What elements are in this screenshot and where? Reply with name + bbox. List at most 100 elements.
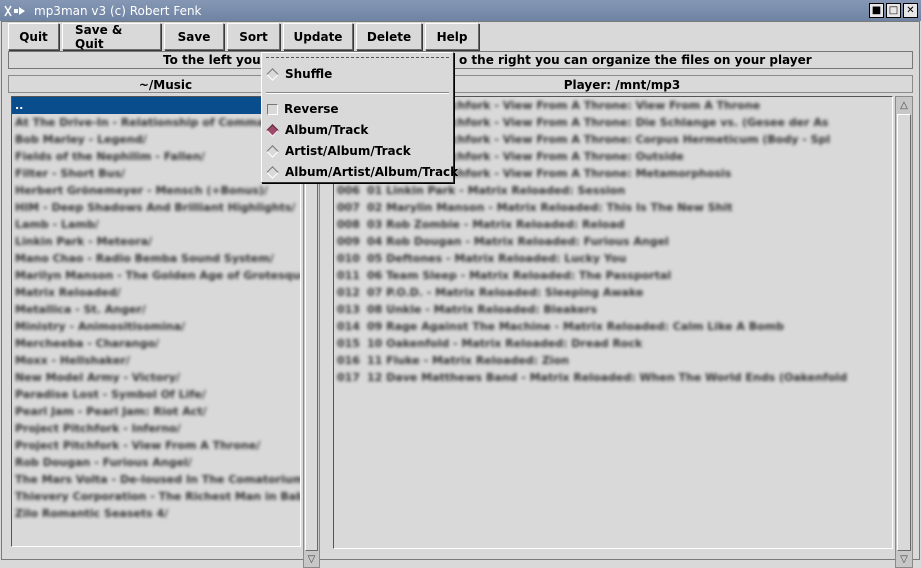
maximize-icon[interactable]: □ [886, 3, 901, 18]
close-icon[interactable]: ✕ [903, 3, 918, 18]
sort-menu: Shuffle Reverse Album/Track Artist/Album… [261, 52, 458, 183]
track-row[interactable]: 007 02 Marylin Manson - Matrix Reloaded: … [334, 199, 892, 216]
track-row[interactable]: 014 09 Rage Against The Machine - Matrix … [334, 318, 892, 335]
track-row[interactable]: 008 03 Rob Zombie - Matrix Reloaded: Relo… [334, 216, 892, 233]
list-item-parent-dir[interactable]: .. [12, 97, 300, 114]
list-item[interactable]: Mercheeba - Charango/ [12, 335, 300, 352]
track-number: 012 [337, 286, 360, 299]
list-item[interactable]: Matrix Reloaded/ [12, 284, 300, 301]
menu-item-label: Reverse [284, 102, 339, 116]
scroll-up-icon[interactable]: △ [896, 97, 912, 113]
info-line: To the left you m o the right you can or… [8, 51, 913, 69]
toolbar: Quit Save & Quit Save Sort Update Delete… [8, 23, 482, 51]
list-item[interactable]: Herbert Grönemeyer - Mensch (+Bonus)/ [12, 182, 300, 199]
track-title: 02 Marylin Manson - Matrix Reloaded: Thi… [367, 201, 733, 214]
track-row[interactable]: 013 08 Unkle - Matrix Reloaded: Bleakers [334, 301, 892, 318]
menu-item-shuffle[interactable]: Shuffle [266, 64, 449, 84]
track-row[interactable]: 012 07 P.O.D. - Matrix Reloaded: Sleeping… [334, 284, 892, 301]
track-number: 006 [337, 184, 360, 197]
delete-button[interactable]: Delete [356, 23, 422, 50]
scroll-down-icon[interactable]: ▽ [304, 551, 319, 567]
track-number: 015 [337, 337, 360, 350]
main-window: Quit Save & Quit Save Sort Update Delete… [1, 21, 920, 568]
menu-separator [266, 92, 449, 94]
menu-tearoff[interactable] [266, 57, 449, 58]
track-title: 11 Fluke - Matrix Reloaded: Zion [367, 354, 569, 367]
list-item[interactable]: The Mars Volta - De-loused In The Comato… [12, 471, 300, 488]
list-item[interactable]: Mano Chao - Radio Bemba Sound System/ [12, 250, 300, 267]
radio-icon [266, 165, 279, 179]
scroll-thumb[interactable] [897, 114, 911, 551]
list-item[interactable]: Fields of the Nephilim - Fallen/ [12, 148, 300, 165]
track-number: 017 [337, 371, 360, 384]
list-item[interactable]: Rob Dougan - Furious Angel/ [12, 454, 300, 471]
track-number: 008 [337, 218, 360, 231]
track-number: 009 [337, 235, 360, 248]
window-title: mp3man v3 (c) Robert Fenk [34, 3, 202, 18]
track-title: 07 P.O.D. - Matrix Reloaded: Sleeping Aw… [367, 286, 644, 299]
track-row[interactable]: 011 06 Team Sleep - Matrix Reloaded: The … [334, 267, 892, 284]
radio-icon [266, 67, 279, 81]
track-row[interactable]: 016 11 Fluke - Matrix Reloaded: Zion [334, 352, 892, 369]
track-row[interactable]: 015 10 Oakenfold - Matrix Reloaded: Dread… [334, 335, 892, 352]
list-item[interactable]: Zilo Romantic Seasets 4/ [12, 505, 300, 522]
quit-button[interactable]: Quit [8, 23, 59, 50]
list-item[interactable]: Moxx - Hellshaker/ [12, 352, 300, 369]
track-number: 011 [337, 269, 360, 282]
list-item[interactable]: Ministry - Animositisomina/ [12, 318, 300, 335]
list-item[interactable]: Linkin Park - Meteora/ [12, 233, 300, 250]
track-title: 06 Team Sleep - Matrix Reloaded: The Pas… [367, 269, 672, 282]
track-number: 010 [337, 252, 360, 265]
menu-item-label: Shuffle [285, 67, 333, 81]
list-item[interactable]: At The Drive-In - Relationship of Comman… [12, 114, 300, 131]
title-bar: mp3man v3 (c) Robert Fenk ■ □ ✕ [0, 0, 921, 21]
sort-button[interactable]: Sort [227, 23, 280, 50]
list-item[interactable]: Pearl Jam - Pearl Jam: Riot Act/ [12, 403, 300, 420]
track-number: 014 [337, 320, 360, 333]
track-number: 016 [337, 354, 360, 367]
save-button[interactable]: Save [164, 23, 224, 50]
track-title: 09 Rage Against The Machine - Matrix Rel… [367, 320, 785, 333]
list-item[interactable]: Marilyn Manson - The Golden Age of Grote… [12, 267, 300, 284]
radio-selected-icon [266, 123, 279, 137]
menu-item-label: Artist/Album/Track [285, 144, 411, 158]
save-quit-button[interactable]: Save & Quit [62, 23, 161, 51]
list-item[interactable]: Project Pitchfork - View From A Throne/ [12, 437, 300, 454]
list-item[interactable]: New Model Army - Victory/ [12, 369, 300, 386]
track-title: 04 Rob Dougan - Matrix Reloaded: Furious… [367, 235, 669, 248]
list-item[interactable]: Lamb - Lamb/ [12, 216, 300, 233]
list-item[interactable]: Paradise Lost - Symbol Of Life/ [12, 386, 300, 403]
list-item[interactable]: HIM - Deep Shadows And Brilliant Highlig… [12, 199, 300, 216]
list-item[interactable]: Project Pitchfork - Inferno/ [12, 420, 300, 437]
checkbox-icon [267, 103, 278, 115]
list-item[interactable]: Filter - Short Bus/ [12, 165, 300, 182]
track-title: 10 Oakenfold - Matrix Reloaded: Dread Ro… [367, 337, 643, 350]
list-item[interactable]: Thievery Corporation - The Richest Man i… [12, 488, 300, 505]
right-scrollbar[interactable]: △ ▽ [895, 96, 913, 568]
info-text-right: o the right you can organize the files o… [459, 53, 812, 67]
list-item[interactable]: Metallica - St. Anger/ [12, 301, 300, 318]
update-button[interactable]: Update [283, 23, 353, 50]
music-file-list[interactable]: .. At The Drive-In - Relationship of Com… [11, 96, 301, 547]
track-row[interactable]: 009 04 Rob Dougan - Matrix Reloaded: Furi… [334, 233, 892, 250]
list-item[interactable]: Bob Marley - Legend/ [12, 131, 300, 148]
track-row[interactable]: 006 01 Linkin Park - Matrix Reloaded: Ses… [334, 182, 892, 199]
scroll-down-icon[interactable]: ▽ [896, 551, 912, 567]
menu-item-label: Album/Track [285, 123, 369, 137]
menu-item-artist-album-track[interactable]: Artist/Album/Track [266, 141, 449, 161]
minimize-icon[interactable]: ■ [869, 3, 884, 18]
track-title: 01 Linkin Park - Matrix Reloaded: Sessio… [367, 184, 626, 197]
track-title: 12 Dave Matthews Band - Matrix Reloaded:… [367, 371, 848, 384]
track-number: 013 [337, 303, 360, 316]
menu-item-album-track[interactable]: Album/Track [266, 120, 449, 140]
track-row[interactable]: 010 05 Deftones - Matrix Reloaded: Lucky … [334, 250, 892, 267]
track-row[interactable]: 017 12 Dave Matthews Band - Matrix Reload… [334, 369, 892, 386]
track-number: 007 [337, 201, 360, 214]
help-button[interactable]: Help [425, 23, 479, 50]
track-title: 03 Rob Zombie - Matrix Reloaded: Reload [367, 218, 625, 231]
menu-item-album-artist-album-track[interactable]: Album/Artist/Album/Track [266, 162, 458, 182]
menu-item-reverse[interactable]: Reverse [266, 99, 449, 119]
radio-icon [266, 144, 279, 158]
track-title: 08 Unkle - Matrix Reloaded: Bleakers [367, 303, 598, 316]
app-icon[interactable] [2, 2, 28, 20]
